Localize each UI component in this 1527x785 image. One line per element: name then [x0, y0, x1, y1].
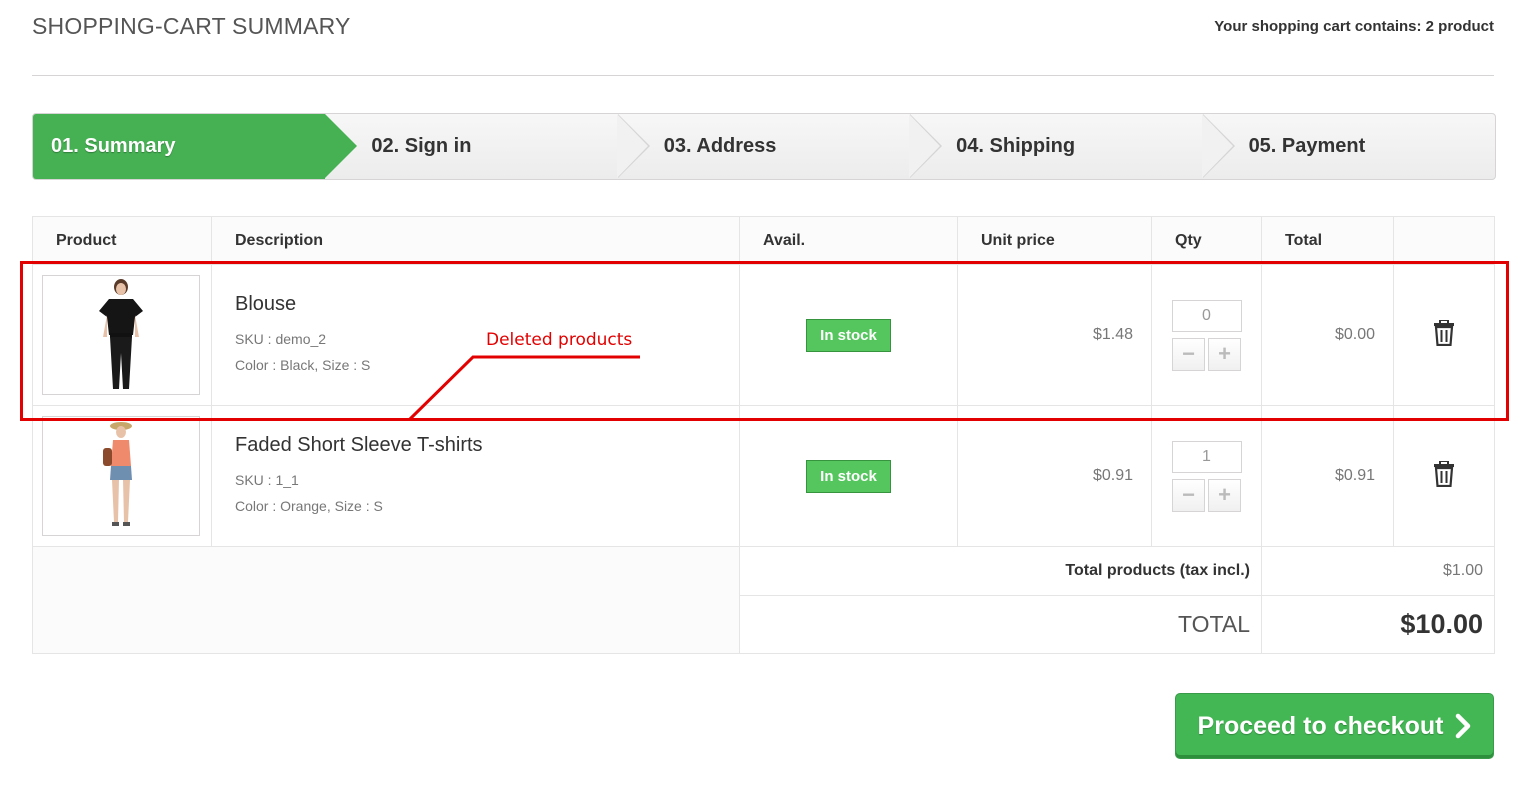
product-attributes[interactable]: Color : Orange, Size : S: [235, 493, 716, 519]
step-label: 05. Payment: [1248, 135, 1366, 157]
cart-count-text: Your shopping cart contains: 2 product: [1214, 18, 1494, 35]
page-title: SHOPPING-CART SUMMARY: [32, 13, 351, 39]
delete-item-button[interactable]: [1433, 318, 1455, 351]
step-payment[interactable]: 05. Payment: [1203, 114, 1495, 179]
plus-icon: +: [1218, 341, 1231, 366]
row-total: $0.00: [1261, 264, 1394, 406]
minus-icon: −: [1182, 341, 1195, 366]
total-value: $10.00: [1261, 595, 1495, 654]
trash-icon: [1434, 459, 1454, 487]
col-header-total: Total: [1261, 216, 1394, 265]
product-attributes[interactable]: Color : Black, Size : S: [235, 352, 716, 378]
total-label: TOTAL: [739, 595, 1262, 654]
checkout-label: Proceed to checkout: [1197, 711, 1444, 740]
total-products-value: $1.00: [1261, 546, 1495, 596]
tshirt-product-image: [103, 422, 132, 526]
product-sku: SKU : 1_1: [235, 471, 299, 488]
product-name-link[interactable]: Blouse: [235, 293, 716, 316]
cart-table: Product Description Avail. Unit price Qt…: [32, 216, 1495, 654]
step-address[interactable]: 03. Address: [618, 114, 943, 179]
summary-row-products: Total products (tax incl.) $1.00: [32, 546, 1495, 654]
product-sku: SKU : demo_2: [235, 330, 327, 347]
checkout-steps: 01. Summary 02. Sign in 03. Address 04. …: [32, 113, 1496, 180]
proceed-to-checkout-button[interactable]: Proceed to checkout: [1175, 693, 1494, 759]
product-name-link[interactable]: Faded Short Sleeve T-shirts: [235, 434, 716, 457]
blouse-product-image: [99, 279, 143, 389]
quantity-increase-button[interactable]: +: [1208, 478, 1241, 512]
divider: [32, 75, 1494, 76]
step-sign-in[interactable]: 02. Sign in: [325, 114, 651, 179]
step-summary[interactable]: 01. Summary: [33, 114, 358, 179]
annotation-label: Deleted products: [486, 330, 633, 350]
table-row: Faded Short Sleeve T-shirts SKU : 1_1 Co…: [32, 405, 1495, 547]
quantity-decrease-button[interactable]: −: [1172, 478, 1205, 512]
step-label: 02. Sign in: [371, 135, 472, 157]
availability-badge: In stock: [806, 459, 891, 493]
step-label: 03. Address: [663, 135, 777, 157]
quantity-increase-button[interactable]: +: [1208, 337, 1241, 371]
plus-icon: +: [1218, 482, 1231, 507]
minus-icon: −: [1182, 482, 1195, 507]
total-products-label: Total products (tax incl.): [739, 546, 1262, 596]
availability-badge: In stock: [806, 318, 891, 352]
quantity-decrease-button[interactable]: −: [1172, 337, 1205, 371]
col-header-product: Product: [32, 216, 212, 265]
col-header-description: Description: [211, 216, 740, 265]
chevron-right-icon: [1456, 713, 1471, 739]
unit-price: $0.91: [957, 405, 1152, 547]
row-total: $0.91: [1261, 405, 1394, 547]
col-header-avail: Avail.: [739, 216, 958, 265]
delete-item-button[interactable]: [1433, 459, 1455, 492]
unit-price: $1.48: [957, 264, 1152, 406]
step-shipping[interactable]: 04. Shipping: [910, 114, 1235, 179]
table-row: Blouse SKU : demo_2 Color : Black, Size …: [32, 264, 1495, 406]
col-header-delete: [1393, 216, 1495, 265]
col-header-unit-price: Unit price: [957, 216, 1152, 265]
col-header-qty: Qty: [1151, 216, 1262, 265]
quantity-input[interactable]: 1: [1171, 440, 1242, 473]
trash-icon: [1434, 318, 1454, 346]
product-image[interactable]: [42, 275, 200, 395]
quantity-input[interactable]: 0: [1171, 299, 1242, 332]
table-header-row: Product Description Avail. Unit price Qt…: [32, 216, 1495, 265]
product-image[interactable]: [42, 416, 200, 536]
step-label: 01. Summary: [51, 135, 176, 157]
step-label: 04. Shipping: [956, 135, 1076, 157]
